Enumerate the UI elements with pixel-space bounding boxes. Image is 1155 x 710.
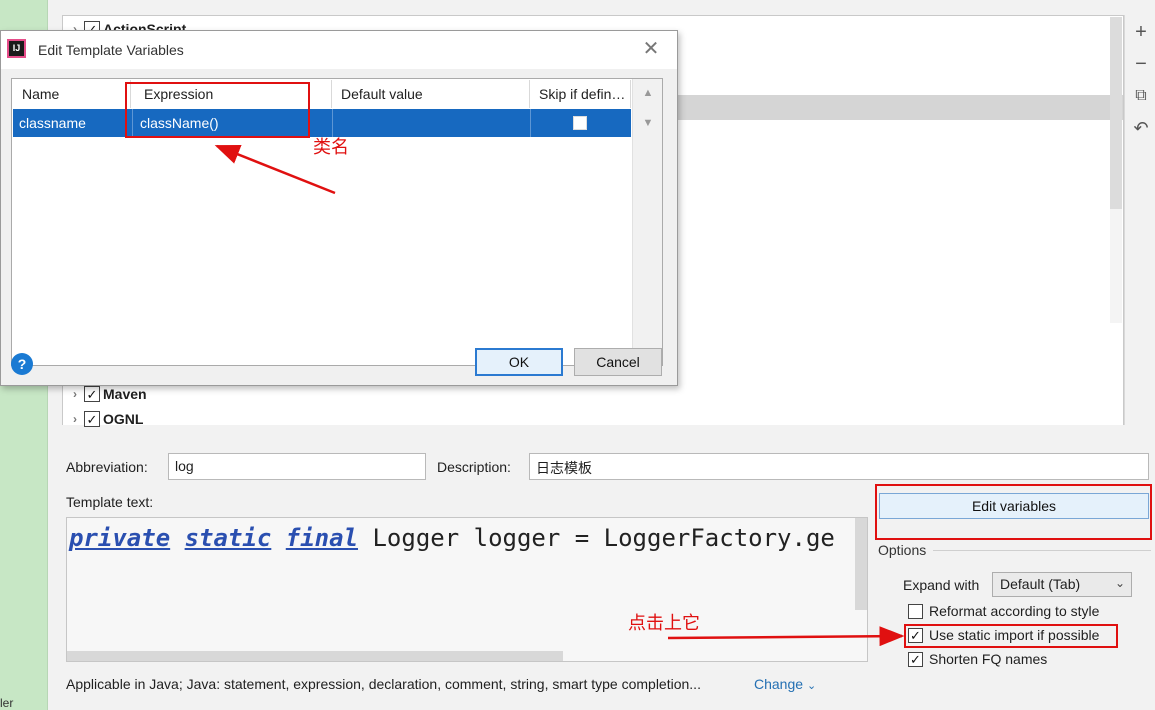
help-icon[interactable]: ? — [11, 353, 33, 375]
abbreviation-field[interactable]: log — [168, 453, 426, 480]
tree-item-label: Maven — [103, 386, 147, 402]
editor-vertical-scrollbar[interactable] — [855, 518, 867, 610]
keyword-final: final — [285, 524, 359, 552]
cell-name[interactable]: classname — [13, 109, 131, 137]
annotation-box-edit-variables — [875, 484, 1152, 540]
plus-icon[interactable]: + — [1131, 21, 1151, 43]
dialog-titlebar: IJ Edit Template Variables ✕ — [1, 31, 677, 69]
dialog-title: Edit Template Variables — [38, 42, 184, 58]
option-reformat[interactable]: Reformat according to style — [908, 603, 1099, 619]
scroll-down-icon[interactable]: ▼ — [641, 117, 655, 129]
expand-with-label: Expand with — [903, 577, 980, 593]
variables-table: Name Expression Default value Skip if de… — [11, 78, 663, 366]
chevron-right-icon[interactable]: › — [66, 387, 84, 401]
chevron-right-icon[interactable]: › — [66, 412, 84, 426]
tree-item-label: OGNL — [103, 411, 144, 427]
option-label: Shorten FQ names — [929, 651, 1048, 667]
left-strip-text: ler — [0, 696, 14, 710]
options-title: Options — [878, 542, 927, 558]
tree-item-ognl[interactable]: › ✓ OGNL — [66, 408, 143, 430]
applicable-contexts-text: Applicable in Java; Java: statement, exp… — [66, 676, 701, 692]
description-field[interactable]: 日志模板 — [529, 453, 1149, 480]
expand-with-select[interactable]: Default (Tab) ⌄ — [992, 572, 1132, 597]
tree-selected-row[interactable] — [678, 95, 1123, 120]
cell-separator — [530, 109, 531, 137]
scroll-up-icon[interactable]: ▲ — [641, 87, 655, 99]
chevron-down-icon: ⌄ — [1114, 576, 1125, 590]
edit-template-variables-dialog: IJ Edit Template Variables ✕ Name Expres… — [0, 30, 678, 386]
annotation-box-expression — [125, 82, 310, 138]
minus-icon[interactable]: − — [1131, 53, 1151, 75]
table-scrollbar[interactable]: ▲ ▼ — [632, 79, 662, 365]
copy-icon[interactable]: ⧉ — [1131, 85, 1151, 107]
abbreviation-label: Abbreviation: — [66, 459, 148, 475]
tree-item-maven[interactable]: › ✓ Maven — [66, 383, 147, 405]
code-rest: Logger logger = LoggerFactory.ge — [372, 524, 835, 552]
editor-horizontal-scrollbar[interactable] — [67, 651, 563, 661]
option-label: Reformat according to style — [929, 603, 1100, 619]
change-link[interactable]: Change ⌄ — [754, 676, 816, 692]
annotation-click-it: 点击上它 — [628, 613, 700, 634]
column-header-default-value[interactable]: Default value — [332, 80, 530, 108]
expand-with-value: Default (Tab) — [1000, 576, 1081, 592]
cell-default-value[interactable] — [333, 109, 530, 137]
annotation-box-static-import — [904, 624, 1118, 648]
close-icon[interactable]: ✕ — [639, 37, 663, 61]
skip-if-defined-checkbox[interactable] — [573, 116, 587, 130]
template-text-label: Template text: — [66, 494, 154, 510]
column-header-name[interactable]: Name — [13, 80, 131, 108]
keyword-private: private — [69, 524, 171, 552]
template-code[interactable]: private static final Logger logger = Log… — [69, 524, 835, 552]
shorten-fq-checkbox[interactable]: ✓ — [908, 651, 923, 667]
tree-item-checkbox[interactable]: ✓ — [84, 386, 100, 402]
template-text-editor[interactable]: private static final Logger logger = Log… — [66, 517, 868, 662]
ide-settings-window: ler › ✓ ActionScript › ✓ Maven › ✓ OGNL … — [0, 0, 1155, 710]
change-link-label: Change — [754, 676, 804, 692]
tree-item-checkbox[interactable]: ✓ — [84, 411, 100, 427]
keyword-static: static — [184, 524, 272, 552]
reformat-checkbox[interactable] — [908, 603, 923, 619]
tree-toolbar: + − ⧉ ↶ — [1124, 15, 1155, 425]
annotation-class-name: 类名 — [313, 137, 349, 158]
chevron-down-icon: ⌄ — [806, 680, 817, 692]
cancel-button[interactable]: Cancel — [574, 348, 662, 376]
option-shorten-fq[interactable]: ✓ Shorten FQ names — [908, 651, 1047, 667]
undo-icon[interactable]: ↶ — [1131, 117, 1151, 139]
tree-scrollbar-thumb[interactable] — [1110, 17, 1122, 209]
options-divider — [933, 550, 1151, 551]
ok-button[interactable]: OK — [475, 348, 563, 376]
intellij-logo-icon: IJ — [7, 39, 26, 58]
column-header-skip-if-defined[interactable]: Skip if defin… — [530, 80, 631, 108]
description-label: Description: — [437, 459, 511, 475]
